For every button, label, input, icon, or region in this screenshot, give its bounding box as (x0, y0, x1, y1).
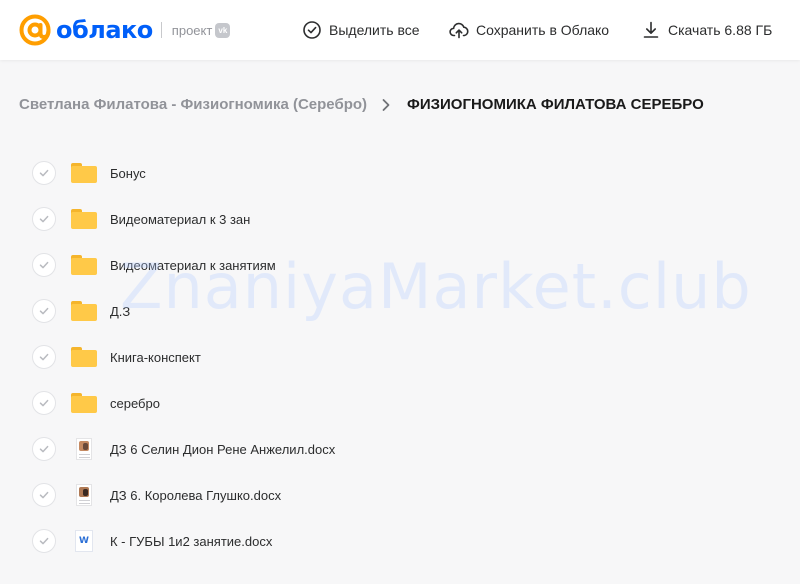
select-all-button[interactable]: Выделить все (302, 20, 420, 40)
check-icon (39, 445, 49, 453)
check-icon (39, 537, 49, 545)
file-name: Видеоматериал к 3 зан (110, 211, 251, 227)
list-item[interactable]: W К - ГУБЫ 1и2 занятие.docx (30, 518, 770, 564)
folder-icon (70, 159, 98, 187)
save-to-cloud-label: Сохранить в Облако (476, 22, 610, 38)
list-item[interactable]: серебро (30, 380, 770, 426)
logo-divider (160, 22, 162, 38)
docx-thumbnail-icon (70, 481, 98, 509)
list-item[interactable]: ДЗ 6 Селин Дион Рене Анжелил.docx (30, 426, 770, 472)
save-to-cloud-button[interactable]: Сохранить в Облако (449, 20, 609, 40)
docx-thumbnail-icon (70, 435, 98, 463)
file-name: Книга-конспект (110, 349, 201, 365)
select-checkbox[interactable] (32, 529, 56, 553)
list-item[interactable]: Видеоматериал к занятиям (30, 242, 770, 288)
check-icon (39, 307, 49, 315)
chevron-right-icon (382, 98, 390, 111)
check-icon (39, 261, 49, 269)
file-name: ДЗ 6. Королева Глушко.docx (110, 487, 282, 503)
folder-icon (70, 343, 98, 371)
file-name: Видеоматериал к занятиям (110, 257, 276, 273)
select-checkbox[interactable] (32, 299, 56, 323)
list-item[interactable]: Бонус (30, 150, 770, 196)
select-checkbox[interactable] (32, 391, 56, 415)
file-name: Бонус (110, 165, 146, 181)
select-checkbox[interactable] (32, 437, 56, 461)
select-all-label: Выделить все (329, 22, 420, 38)
list-item[interactable]: ДЗ 6. Королева Глушко.docx (30, 472, 770, 518)
check-icon (39, 215, 49, 223)
select-checkbox[interactable] (32, 345, 56, 369)
folder-icon (70, 389, 98, 417)
select-checkbox[interactable] (32, 161, 56, 185)
breadcrumb: Светлана Филатова - Физиогномика (Серебр… (19, 96, 704, 113)
logo-text: облако (56, 16, 153, 44)
select-checkbox[interactable] (32, 207, 56, 231)
download-icon (643, 21, 659, 38)
file-list: Бонус Видеоматериал к 3 зан Видеоматериа… (30, 150, 770, 564)
top-header: облако проект vk Выделить все Сохранить … (0, 0, 800, 60)
file-name: К - ГУБЫ 1и2 занятие.docx (110, 533, 273, 549)
select-checkbox[interactable] (32, 253, 56, 277)
select-checkbox[interactable] (32, 483, 56, 507)
cloud-upload-icon (449, 22, 469, 39)
folder-icon (70, 251, 98, 279)
vk-icon: vk (215, 22, 231, 38)
list-item[interactable]: Книга-конспект (30, 334, 770, 380)
check-icon (39, 399, 49, 407)
word-doc-icon: W (70, 527, 98, 555)
download-label: Скачать 6.88 ГБ (668, 22, 773, 38)
list-item[interactable]: Д.З (30, 288, 770, 334)
check-icon (39, 169, 49, 177)
check-icon (39, 353, 49, 361)
file-name: Д.З (110, 303, 131, 319)
breadcrumb-current: ФИЗИОГНОМИКА ФИЛАТОВА СЕРЕБРО (407, 96, 704, 113)
list-item[interactable]: Видеоматериал к 3 зан (30, 196, 770, 242)
file-name: ДЗ 6 Селин Дион Рене Анжелил.docx (110, 441, 336, 457)
logo[interactable]: облако проект vk (18, 13, 231, 47)
at-sign-logo-icon (19, 14, 51, 46)
check-icon (39, 491, 49, 499)
folder-icon (70, 205, 98, 233)
file-name: серебро (110, 395, 160, 411)
folder-icon (70, 297, 98, 325)
download-button[interactable]: Скачать 6.88 ГБ (641, 20, 772, 40)
breadcrumb-parent-link[interactable]: Светлана Филатова - Физиогномика (Серебр… (19, 96, 367, 113)
check-circle-icon (303, 21, 321, 39)
project-label: проект (171, 22, 213, 38)
